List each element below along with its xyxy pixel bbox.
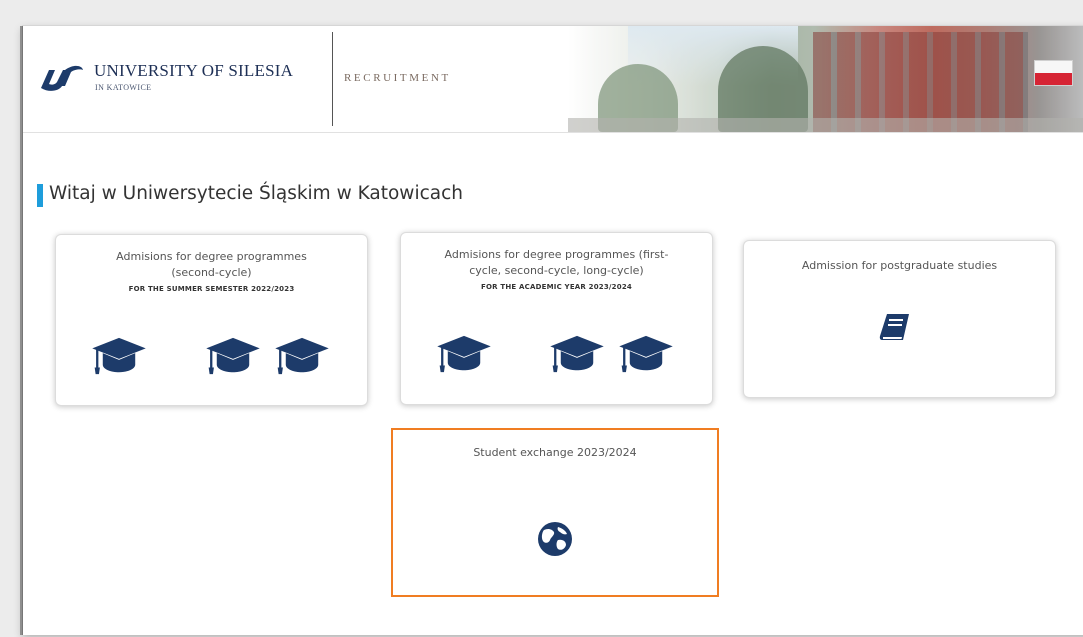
card-title-line2: cycle, second-cycle, long-cycle) [469,264,644,277]
section-title: RECRUITMENT [344,72,451,84]
site-header: UNIVERSITY OF SILESIA IN KATOWICE RECRUI… [23,26,1083,133]
globe-icon [538,522,572,556]
university-name[interactable]: UNIVERSITY OF SILESIA [94,61,293,81]
card-subtitle: FOR THE ACADEMIC YEAR 2023/2024 [481,283,632,291]
graduation-cap-icon [273,335,331,377]
header-divider [332,32,333,126]
campus-banner-image [568,26,1083,132]
page-title: Witaj w Uniwersytecie Śląskim w Katowica… [49,183,463,204]
heading-accent-bar [37,184,43,207]
card-title: Student exchange 2023/2024 [473,446,637,459]
card-title: Admission for postgraduate studies [801,259,998,272]
graduation-cap-icon [617,333,675,375]
graduation-cap-icon [435,333,493,375]
graduation-cap-icon [548,333,606,375]
university-subtitle: IN KATOWICE [95,83,152,92]
card-student-exchange[interactable]: Student exchange 2023/2024 [391,428,719,597]
card-admissions-academic-year[interactable]: Admisions for degree programmes (first- … [400,232,713,405]
card-title: Admisions for degree programmes (first- [444,248,669,261]
graduation-cap-icon [204,335,262,377]
card-subtitle: FOR THE SUMMER SEMESTER 2022/2023 [128,285,295,293]
graduation-cap-icon [90,335,148,377]
card-postgraduate-admissions[interactable]: Admission for postgraduate studies [743,240,1056,398]
book-icon [879,314,909,340]
university-logo-icon[interactable] [35,58,85,98]
card-admissions-second-cycle[interactable]: Admisions for degree programmes (second-… [55,234,368,406]
polish-flag-icon[interactable] [1034,60,1073,86]
card-title-line2: (second-cycle) [171,266,252,279]
browser-window: UNIVERSITY OF SILESIA IN KATOWICE RECRUI… [22,26,1083,635]
card-title: Admisions for degree programmes [116,250,307,263]
